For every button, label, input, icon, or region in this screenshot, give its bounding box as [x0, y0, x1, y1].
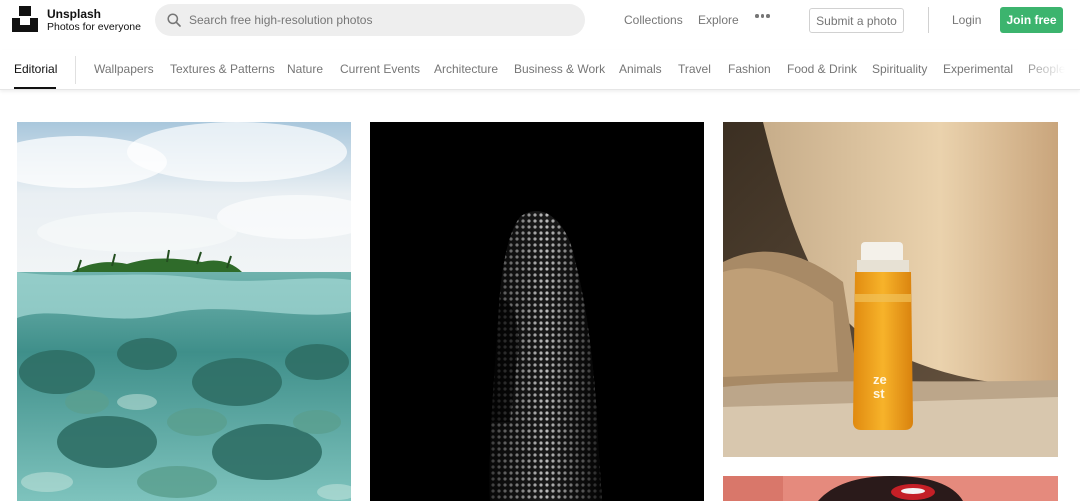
topic-architecture[interactable]: Architecture	[434, 62, 498, 76]
photo-juice-bottle[interactable]: ze st	[723, 122, 1058, 457]
join-free-button[interactable]: Join free	[1000, 7, 1063, 33]
login-link[interactable]: Login	[952, 13, 981, 27]
topic-spirituality[interactable]: Spirituality	[872, 62, 927, 76]
topic-nature[interactable]: Nature	[287, 62, 323, 76]
nav-collections[interactable]: Collections	[624, 13, 683, 27]
topic-travel[interactable]: Travel	[678, 62, 711, 76]
search-icon	[167, 13, 181, 27]
topic-experimental[interactable]: Experimental	[943, 62, 1013, 76]
submit-photo-button[interactable]: Submit a photo	[809, 8, 904, 33]
topic-people[interactable]: People	[1028, 62, 1065, 76]
photo-portrait-red-lips[interactable]	[723, 476, 1058, 501]
topic-wallpapers[interactable]: Wallpapers	[94, 62, 154, 76]
topic-animals[interactable]: Animals	[619, 62, 662, 76]
topic-editorial[interactable]: Editorial	[14, 62, 57, 76]
topic-divider	[75, 56, 76, 84]
topic-business-work[interactable]: Business & Work	[514, 62, 605, 76]
bottle-label-line1: ze	[873, 372, 887, 387]
unsplash-logo-icon[interactable]	[12, 6, 38, 32]
search-input[interactable]	[189, 4, 569, 36]
more-horizontal-icon[interactable]	[755, 14, 773, 26]
photo-dark-architecture[interactable]	[370, 122, 704, 501]
bottle-label-line2: st	[873, 386, 885, 401]
nav-explore[interactable]: Explore	[698, 13, 739, 27]
top-header: Unsplash Photos for everyone Collections…	[0, 0, 1080, 40]
brand[interactable]: Unsplash Photos for everyone	[47, 7, 141, 34]
photo-island-underwater[interactable]	[17, 122, 351, 501]
topic-current-events[interactable]: Current Events	[340, 62, 420, 76]
topic-textures-patterns[interactable]: Textures & Patterns	[170, 62, 275, 76]
topic-navigation: Editorial Wallpapers Textures & Patterns…	[0, 50, 1080, 90]
search-bar[interactable]	[155, 4, 585, 36]
active-topic-indicator	[14, 87, 56, 89]
topic-fashion[interactable]: Fashion	[728, 62, 771, 76]
header-divider	[928, 7, 929, 33]
brand-tagline: Photos for everyone	[47, 21, 141, 33]
brand-name: Unsplash	[47, 7, 102, 21]
topic-food-drink[interactable]: Food & Drink	[787, 62, 857, 76]
